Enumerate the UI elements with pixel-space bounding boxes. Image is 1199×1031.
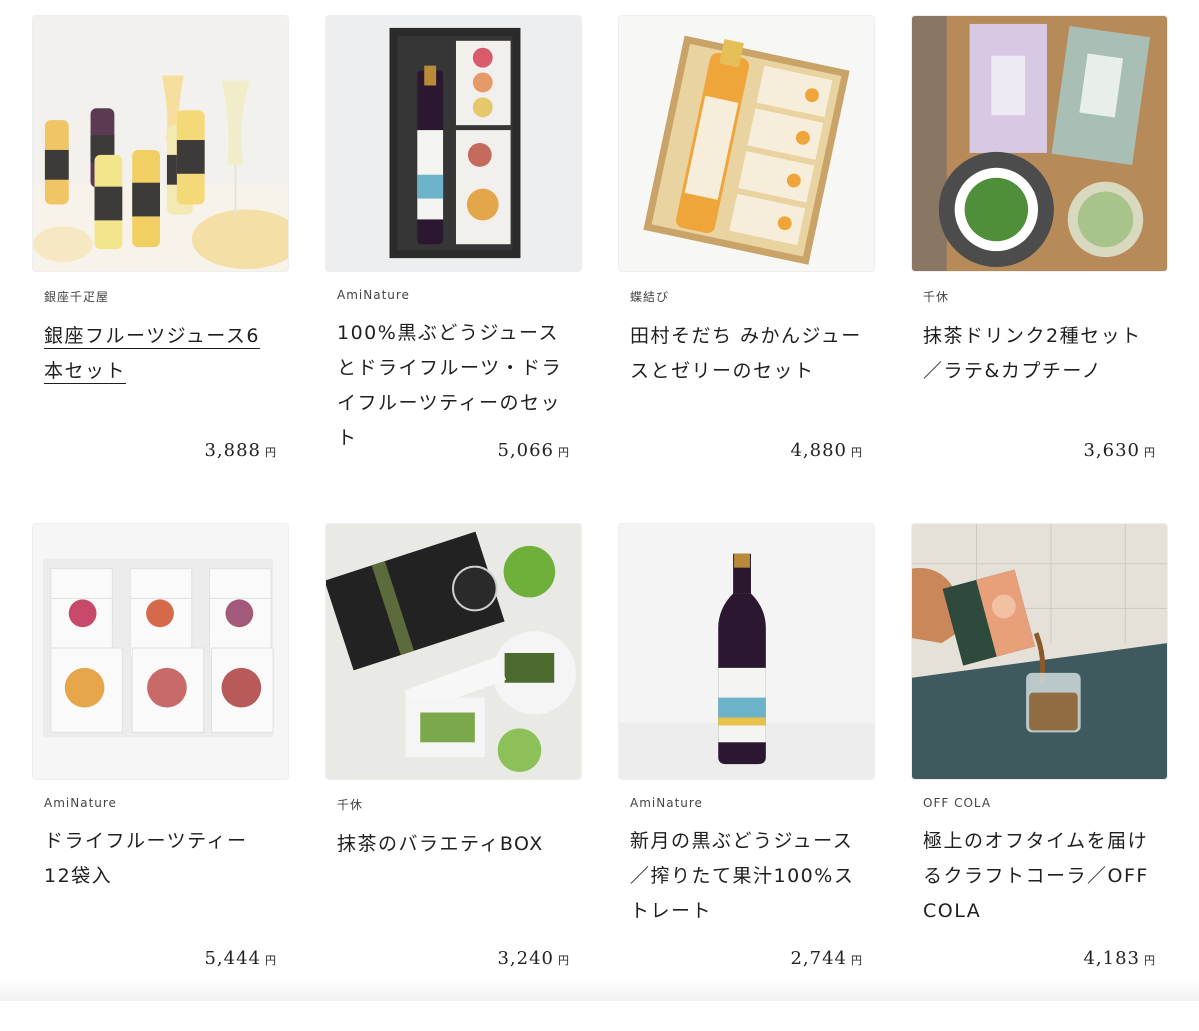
product-price: 4,183 円: [1083, 948, 1156, 969]
product-image[interactable]: [325, 523, 582, 780]
product-card[interactable]: 蝶結び 田村そだち みかんジュースとゼリーのセット 4,880 円: [618, 15, 875, 523]
product-image[interactable]: [911, 523, 1168, 780]
product-price: 3,888 円: [204, 440, 277, 461]
product-brand: AmiNature: [337, 288, 410, 302]
product-title-link[interactable]: 新月の黒ぶどうジュース／搾りたて果汁100%ストレート: [630, 824, 863, 929]
product-brand: 千休: [923, 290, 950, 304]
price-value: 3,888: [204, 440, 261, 461]
price-value: 3,630: [1083, 440, 1140, 461]
product-title-link[interactable]: 抹茶ドリンク2種セット／ラテ&カプチーノ: [923, 319, 1156, 389]
product-card[interactable]: 千休 抹茶ドリンク2種セット／ラテ&カプチーノ 3,630 円: [911, 15, 1168, 523]
product-image[interactable]: [618, 15, 875, 272]
currency-unit: 円: [851, 446, 863, 459]
product-image[interactable]: [32, 523, 289, 780]
currency-unit: 円: [558, 954, 570, 967]
bottom-fade: [0, 979, 1199, 1001]
product-image[interactable]: [911, 15, 1168, 272]
currency-unit: 円: [265, 446, 277, 459]
product-card[interactable]: AmiNature 100%黒ぶどうジュースとドライフルーツ・ドライフルーツティ…: [325, 15, 582, 523]
product-price: 2,744 円: [790, 948, 863, 969]
product-price: 5,066 円: [497, 440, 570, 461]
product-card[interactable]: AmiNature 新月の黒ぶどうジュース／搾りたて果汁100%ストレート 2,…: [618, 523, 875, 1031]
product-card[interactable]: AmiNature ドライフルーツティー 12袋入 5,444 円: [32, 523, 289, 1031]
price-value: 3,240: [497, 948, 554, 969]
currency-unit: 円: [1144, 446, 1156, 459]
price-value: 4,183: [1083, 948, 1140, 969]
product-card[interactable]: 銀座千疋屋 銀座フルーツジュース6本セット 3,888 円: [32, 15, 289, 523]
product-card[interactable]: 千休 抹茶のバラエティBOX 3,240 円: [325, 523, 582, 1031]
product-brand: 蝶結び: [630, 290, 670, 304]
product-image[interactable]: [32, 15, 289, 272]
product-image[interactable]: [618, 523, 875, 780]
product-title-link[interactable]: ドライフルーツティー 12袋入: [44, 824, 277, 894]
product-title-link[interactable]: 田村そだち みかんジュースとゼリーのセット: [630, 319, 863, 389]
price-value: 4,880: [790, 440, 847, 461]
product-card[interactable]: OFF COLA 極上のオフタイムを届けるクラフトコーラ／OFF COLA 4,…: [911, 523, 1168, 1031]
currency-unit: 円: [265, 954, 277, 967]
product-grid: 銀座千疋屋 銀座フルーツジュース6本セット 3,888 円 AmiNature …: [32, 15, 1168, 1031]
currency-unit: 円: [1144, 954, 1156, 967]
product-title-link[interactable]: 銀座フルーツジュース6本セット: [44, 319, 277, 389]
product-price: 3,240 円: [497, 948, 570, 969]
price-value: 2,744: [790, 948, 847, 969]
product-brand: 銀座千疋屋: [44, 290, 110, 304]
currency-unit: 円: [851, 954, 863, 967]
price-value: 5,066: [497, 440, 554, 461]
product-title-link[interactable]: 極上のオフタイムを届けるクラフトコーラ／OFF COLA: [923, 824, 1156, 929]
product-brand: AmiNature: [44, 796, 117, 810]
product-price: 3,630 円: [1083, 440, 1156, 461]
product-brand: 千休: [337, 798, 364, 812]
product-brand: OFF COLA: [923, 796, 992, 810]
product-title-link[interactable]: 抹茶のバラエティBOX: [337, 827, 570, 862]
price-value: 5,444: [204, 948, 261, 969]
product-brand: AmiNature: [630, 796, 703, 810]
product-title-link[interactable]: 100%黒ぶどうジュースとドライフルーツ・ドライフルーツティーのセット: [337, 316, 570, 456]
currency-unit: 円: [558, 446, 570, 459]
product-price: 4,880 円: [790, 440, 863, 461]
product-price: 5,444 円: [204, 948, 277, 969]
product-image[interactable]: [325, 15, 582, 272]
